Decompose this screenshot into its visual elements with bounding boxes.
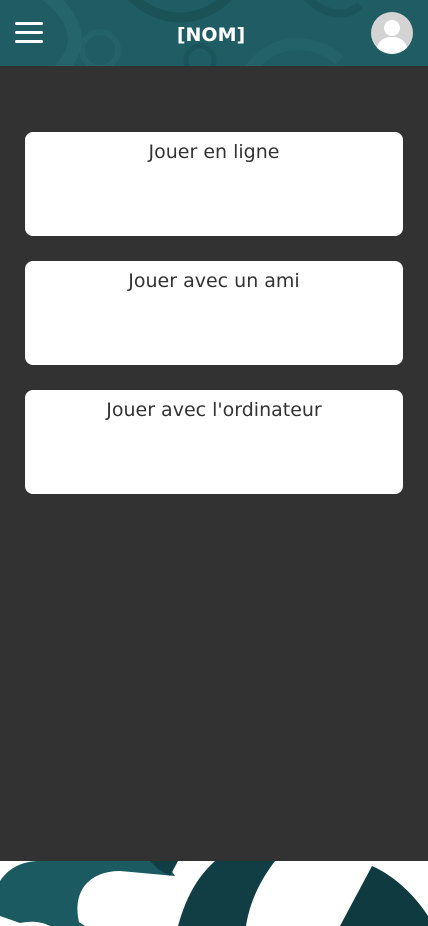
play-online-button[interactable]: Jouer en ligne — [25, 132, 403, 236]
page-title: [NOM] — [176, 24, 246, 46]
play-online-label: Jouer en ligne — [148, 141, 280, 163]
main-content: Jouer en ligne Jouer avec un ami Jouer a… — [0, 66, 428, 861]
play-with-friend-button[interactable]: Jouer avec un ami — [25, 261, 403, 365]
play-with-computer-button[interactable]: Jouer avec l'ordinateur — [25, 390, 403, 494]
menu-icon-bar-bottom — [15, 40, 43, 43]
menu-button[interactable] — [15, 22, 43, 44]
menu-icon-bar-middle — [15, 31, 43, 34]
play-with-friend-label: Jouer avec un ami — [128, 270, 300, 292]
menu-icon-bar-top — [15, 22, 43, 25]
app-header: [NOM] — [0, 0, 428, 66]
footer-pattern — [0, 861, 428, 926]
avatar-button[interactable] — [371, 12, 413, 54]
user-avatar-icon — [376, 20, 408, 54]
footer-decoration — [0, 861, 428, 926]
play-with-computer-label: Jouer avec l'ordinateur — [106, 399, 322, 421]
